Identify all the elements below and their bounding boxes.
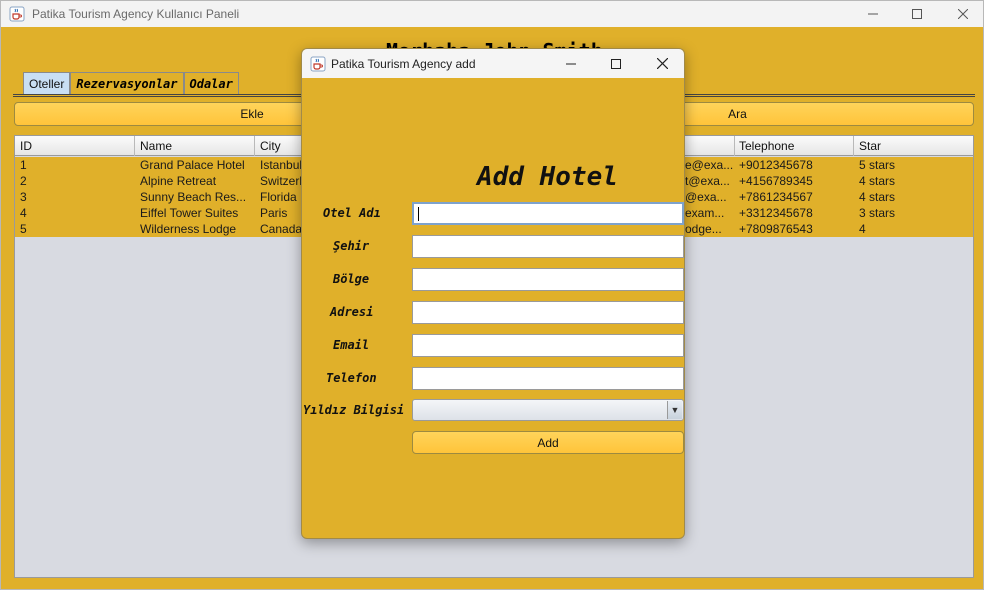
minimize-button[interactable] xyxy=(850,1,896,27)
column-header-id[interactable]: ID xyxy=(15,136,135,156)
dialog-maximize-button[interactable] xyxy=(593,49,639,78)
phone-field[interactable] xyxy=(412,367,684,390)
close-icon xyxy=(656,58,668,69)
close-icon xyxy=(958,9,968,19)
hotel-name-label: Otel Adı xyxy=(323,206,381,220)
cell-telephone: +3312345678 xyxy=(739,206,813,220)
cell-name: Alpine Retreat xyxy=(140,174,217,188)
column-header-name[interactable]: Name xyxy=(135,136,255,156)
cell-star: 5 stars xyxy=(859,158,896,172)
close-button[interactable] xyxy=(940,1,984,27)
dialog-title: Patika Tourism Agency add xyxy=(331,57,476,71)
city-label: Şehir xyxy=(333,239,370,253)
cell-email: exam... xyxy=(685,206,725,220)
tab-rooms[interactable]: Odalar xyxy=(183,72,239,95)
minimize-icon xyxy=(566,63,576,64)
address-field[interactable] xyxy=(412,301,684,324)
dialog-title-bar: Patika Tourism Agency add xyxy=(302,49,684,78)
maximize-icon xyxy=(611,58,621,69)
minimize-icon xyxy=(868,13,878,15)
cell-id: 5 xyxy=(20,222,27,236)
cell-star: 4 xyxy=(859,222,866,236)
add-hotel-submit-button[interactable]: Add xyxy=(412,431,684,454)
region-label: Bölge xyxy=(333,272,370,286)
email-field[interactable] xyxy=(412,334,684,357)
cell-email: odge... xyxy=(685,222,722,236)
stars-label: Yıldız Bilgisi xyxy=(303,403,405,417)
cell-star: 4 stars xyxy=(859,174,896,188)
cell-telephone: +7861234567 xyxy=(739,190,813,204)
add-hotel-dialog: Patika Tourism Agency add Add Hotel Otel… xyxy=(301,48,685,539)
cell-name: Eiffel Tower Suites xyxy=(140,206,239,220)
tab-reservations[interactable]: Rezervasyonlar xyxy=(70,72,184,95)
window-title: Patika Tourism Agency Kullanıcı Paneli xyxy=(32,7,240,21)
text-caret xyxy=(418,207,419,221)
hotel-name-field[interactable] xyxy=(412,202,684,225)
java-cup-icon xyxy=(310,56,326,72)
cell-email: e@exa... xyxy=(685,158,734,172)
cell-email: @exa... xyxy=(685,190,727,204)
dialog-heading: Add Hotel xyxy=(477,162,618,192)
region-field[interactable] xyxy=(412,268,684,291)
tab-bar: Oteller Rezervasyonlar Odalar xyxy=(23,72,239,95)
cell-name: Grand Palace Hotel xyxy=(140,158,245,172)
address-label: Adresi xyxy=(330,305,374,319)
title-bar: Patika Tourism Agency Kullanıcı Paneli xyxy=(1,1,983,27)
cell-name: Sunny Beach Res... xyxy=(140,190,247,204)
city-field[interactable] xyxy=(412,235,684,258)
java-cup-icon xyxy=(9,6,25,22)
cell-id: 2 xyxy=(20,174,27,188)
cell-name: Wilderness Lodge xyxy=(140,222,237,236)
cell-star: 3 stars xyxy=(859,206,896,220)
column-header-telephone[interactable]: Telephone xyxy=(734,136,854,156)
stars-dropdown[interactable]: ▼ xyxy=(412,399,684,421)
cell-star: 4 stars xyxy=(859,190,896,204)
phone-label: Telefon xyxy=(326,371,377,385)
cell-telephone: +9012345678 xyxy=(739,158,813,172)
maximize-button[interactable] xyxy=(894,1,940,27)
maximize-icon xyxy=(912,9,922,19)
dialog-minimize-button[interactable] xyxy=(548,49,594,78)
cell-telephone: +7809876543 xyxy=(739,222,813,236)
tab-hotels[interactable]: Oteller xyxy=(23,72,71,95)
cell-id: 4 xyxy=(20,206,27,220)
cell-id: 3 xyxy=(20,190,27,204)
cell-id: 1 xyxy=(20,158,27,172)
chevron-down-icon[interactable]: ▼ xyxy=(667,401,682,419)
cell-email: t@exa... xyxy=(685,174,730,188)
dialog-close-button[interactable] xyxy=(639,49,684,78)
cell-telephone: +4156789345 xyxy=(739,174,813,188)
email-label: Email xyxy=(333,338,370,352)
column-header-star[interactable]: Star xyxy=(854,136,975,156)
